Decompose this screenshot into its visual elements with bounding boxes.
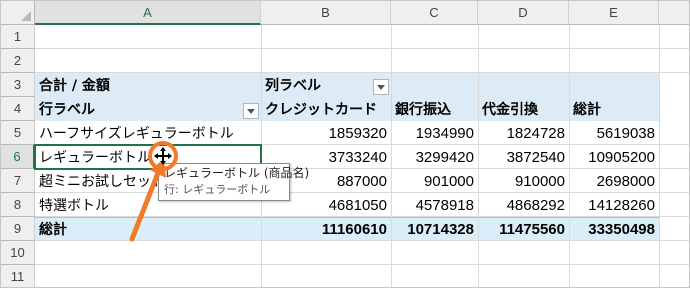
annotation-arrow-icon <box>129 159 166 242</box>
move-cursor-icon <box>154 147 172 165</box>
annotation-overlay <box>129 141 178 242</box>
spreadsheet-grid: A B C D E 1 2 3 4 5 6 7 8 9 10 11 合計 / 金… <box>0 0 690 288</box>
